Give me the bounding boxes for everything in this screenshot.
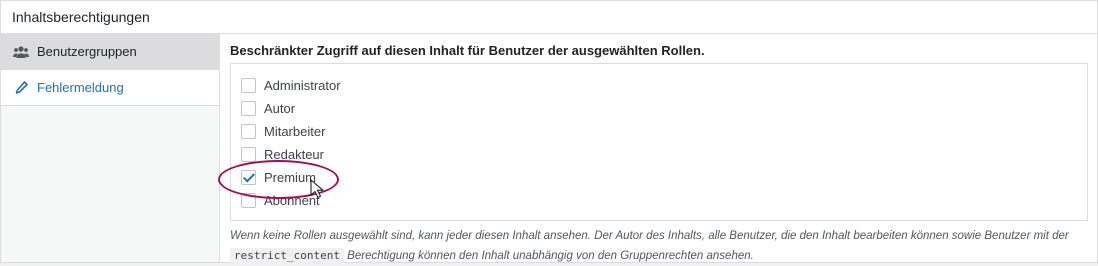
role-checkbox[interactable] (241, 78, 256, 93)
role-checkbox-checked[interactable] (241, 170, 256, 185)
tab-error-message-label: Fehlermeldung (37, 80, 124, 95)
role-option-administrator[interactable]: Administrator (241, 74, 1087, 97)
role-option-abonnent[interactable]: Abonnent (241, 189, 1087, 212)
tab-user-groups-label: Benutzergruppen (37, 44, 137, 59)
help-note-text-2: Berechtigung können den Inhalt unabhängi… (347, 250, 754, 262)
roles-description: Beschränkter Zugriff auf diesen Inhalt f… (230, 43, 705, 58)
mouse-cursor-icon (310, 179, 324, 199)
help-note: Wenn keine Rollen ausgewählt sind, kann … (230, 227, 1080, 266)
tab-user-groups[interactable]: Benutzergruppen (1, 34, 219, 70)
help-note-text: Wenn keine Rollen ausgewählt sind, kann … (230, 230, 1069, 242)
pencil-icon (13, 80, 29, 96)
content-permissions-panel: Inhaltsberechtigungen Benutzergruppen Fe… (0, 0, 1098, 263)
panel-body: Benutzergruppen Fehlermeldung Beschränkt… (1, 34, 1097, 263)
role-checkbox[interactable] (241, 147, 256, 162)
users-icon (13, 44, 29, 60)
tab-error-message[interactable]: Fehlermeldung (1, 70, 219, 106)
role-label: Administrator (264, 78, 341, 93)
role-option-autor[interactable]: Autor (241, 97, 1087, 120)
role-label: Premium (264, 170, 317, 185)
role-option-premium[interactable]: Premium (241, 166, 1087, 189)
role-checkbox[interactable] (241, 193, 256, 208)
tab-list: Benutzergruppen Fehlermeldung (1, 34, 220, 262)
tab-content: Beschränkter Zugriff auf diesen Inhalt f… (220, 34, 1097, 263)
role-label: Autor (264, 101, 296, 116)
role-checkbox[interactable] (241, 124, 256, 139)
role-option-redakteur[interactable]: Redakteur (241, 143, 1087, 166)
role-checkbox[interactable] (241, 101, 256, 116)
role-label: Redakteur (264, 147, 324, 162)
role-label: Mitarbeiter (264, 124, 326, 139)
capability-code: restrict_content (230, 248, 344, 263)
role-option-mitarbeiter[interactable]: Mitarbeiter (241, 120, 1087, 143)
roles-list: Administrator Autor Mitarbeiter Redakteu… (230, 63, 1088, 221)
panel-title: Inhaltsberechtigungen (1, 1, 1097, 34)
